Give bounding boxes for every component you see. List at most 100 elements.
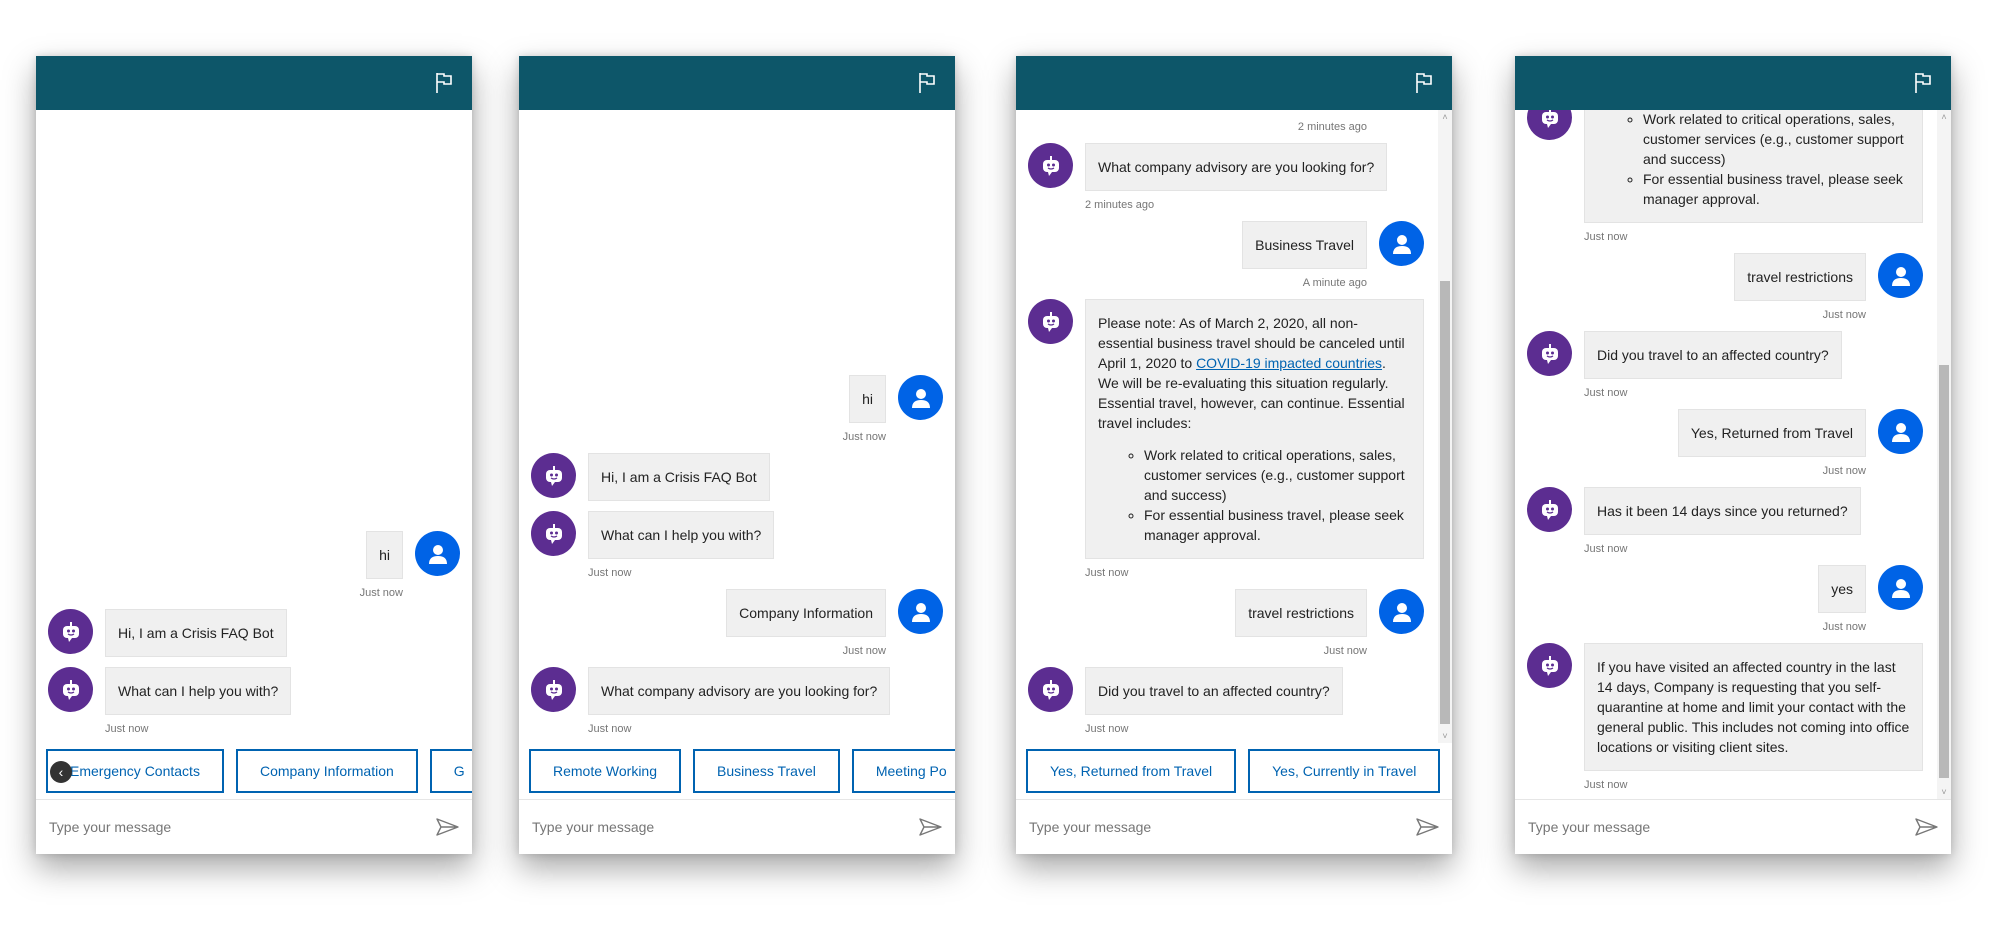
bot-message: What can I help you with? [48,667,460,715]
suggested-actions: Remote Working Business Travel Meeting Po [519,743,955,799]
timestamp: Just now [1822,621,1866,633]
message-text: travel restrictions [1248,605,1354,621]
message-bubble: Company Information [726,589,886,637]
send-icon[interactable] [1915,817,1939,837]
bot-avatar-icon [1028,299,1073,344]
bullet-list: Work related to critical operations, sal… [1098,445,1411,545]
chevron-left-icon[interactable]: ‹ [50,761,72,783]
suggested-action-button[interactable]: Company Information [235,749,418,793]
flag-icon[interactable] [434,72,454,94]
suggested-action-button[interactable]: Meeting Po [851,749,955,793]
message-text: Has it been 14 days since you returned? [1597,503,1848,519]
send-icon[interactable] [919,817,943,837]
scroll-down-icon[interactable]: ˅ [1937,785,1951,799]
bot-message: What company advisory are you looking fo… [531,667,943,715]
scrollbar[interactable]: ˄ ˅ [1937,110,1951,799]
bot-avatar-icon [1527,331,1572,376]
message-text: hi [379,547,390,563]
chat-header [519,56,955,110]
suggested-action-button[interactable]: Emergency Contacts [46,749,224,793]
bot-message: Did you travel to an affected country? [1527,331,1923,379]
message-input-bar: Type your message [519,799,955,854]
user-message: yes [1527,565,1923,613]
message-list: 2 minutes ago What company advisory are y… [1016,110,1452,743]
send-icon[interactable] [1416,817,1440,837]
scroll-down-icon[interactable]: ˅ [1438,729,1452,743]
bot-message: Hi, I am a Crisis FAQ Bot [531,453,943,501]
message-text: Yes, Returned from Travel [1690,425,1853,441]
timestamp: Just now [1584,387,1628,399]
bot-avatar-icon [531,511,576,556]
send-icon[interactable] [436,817,460,837]
suggested-actions: Emergency Contacts Company Information G ‹ [36,743,472,799]
message-bubble: What company advisory are you looking fo… [588,667,891,715]
message-input-bar: Type your message [1016,799,1452,854]
message-input[interactable] [48,811,436,843]
message-bubble: What can I help you with? [588,511,775,559]
message-text: travel restrictions [1747,269,1853,285]
message-input-bar: Type your message [1515,799,1951,854]
bot-message: Did you travel to an affected country? [1028,667,1424,715]
bot-message: If you have visited an affected country … [1527,643,1923,771]
scrollbar-thumb[interactable] [1939,364,1949,779]
message-bubble: hi [366,531,403,579]
message-bubble: Did you travel to an affected country? [1584,331,1842,379]
scroll-up-icon[interactable]: ˄ [1438,110,1452,124]
message-bubble: If you have visited an affected country … [1584,643,1923,771]
message-list: hi Just now Hi, I am a Crisis FAQ Bot What … [36,110,472,743]
message-text: What company advisory are you looking fo… [601,683,878,699]
user-message: travel restrictions [1028,589,1424,637]
bot-avatar-icon [1527,643,1572,688]
bullet-item: For essential business travel, please se… [1643,169,1910,209]
chat-window: hi Just now Hi, I am a Crisis FAQ Bot What … [36,56,472,854]
timestamp: Just now [588,723,632,735]
timestamp: Just now [588,567,632,579]
flag-icon[interactable] [1913,72,1933,94]
user-message: travel restrictions [1527,253,1923,301]
scrollbar-thumb[interactable] [1440,280,1450,724]
scrollbar[interactable]: ˄ ˅ [1438,110,1452,743]
message-text: What can I help you with? [601,527,762,543]
timestamp: Just now [1584,543,1628,555]
bot-avatar-icon [48,609,93,654]
message-bubble: Did you travel to an affected country? [1085,667,1343,715]
user-message: hi [48,531,460,579]
message-input-bar: Type your message [36,799,472,854]
bot-avatar-icon [48,667,93,712]
flag-icon[interactable] [917,72,937,94]
timestamp: 2 minutes ago [1085,199,1155,211]
chat-header [1515,56,1951,110]
message-input[interactable] [531,811,919,843]
message-text: We will be re-evaluating this situation … [1098,375,1405,431]
message-bubble: travel restrictions [1734,253,1866,301]
timestamp: Just now [842,431,886,443]
flag-icon[interactable] [1414,72,1434,94]
bot-avatar-icon [531,453,576,498]
message-input[interactable] [1527,811,1915,843]
suggested-action-button[interactable]: Yes, Currently in Travel [1248,749,1441,793]
message-bubble: hi [849,375,886,423]
bot-avatar-icon [1527,110,1572,140]
suggested-action-button[interactable]: G [429,749,472,793]
scroll-up-icon[interactable]: ˄ [1937,110,1951,124]
suggested-action-button[interactable]: Remote Working [529,749,682,793]
suggested-actions: Yes, Returned from Travel Yes, Currently … [1016,743,1452,799]
bot-message: Has it been 14 days since you returned? [1527,487,1923,535]
message-text: Did you travel to an affected country? [1098,683,1330,699]
message-list: hi Just now Hi, I am a Crisis FAQ Bot What … [519,110,955,743]
timestamp: A minute ago [1302,277,1367,289]
timestamp: Just now [1584,231,1628,243]
bot-avatar-icon [1028,667,1073,712]
bullet-item: For essential business travel, please se… [1144,505,1411,545]
link[interactable]: COVID-19 impacted countries [1196,355,1382,371]
bot-avatar-icon [1028,143,1073,188]
message-text: What company advisory are you looking fo… [1098,159,1375,175]
chat-window: Work related to critical operations, sal… [1515,56,1951,854]
suggested-action-button[interactable]: Business Travel [693,749,840,793]
timestamp: Just now [1085,723,1129,735]
message-input[interactable] [1028,811,1416,843]
suggested-action-button[interactable]: Yes, Returned from Travel [1026,749,1237,793]
message-bubble: Business Travel [1242,221,1367,269]
timestamp: Just now [1085,567,1129,579]
message-bubble: What company advisory are you looking fo… [1085,143,1388,191]
